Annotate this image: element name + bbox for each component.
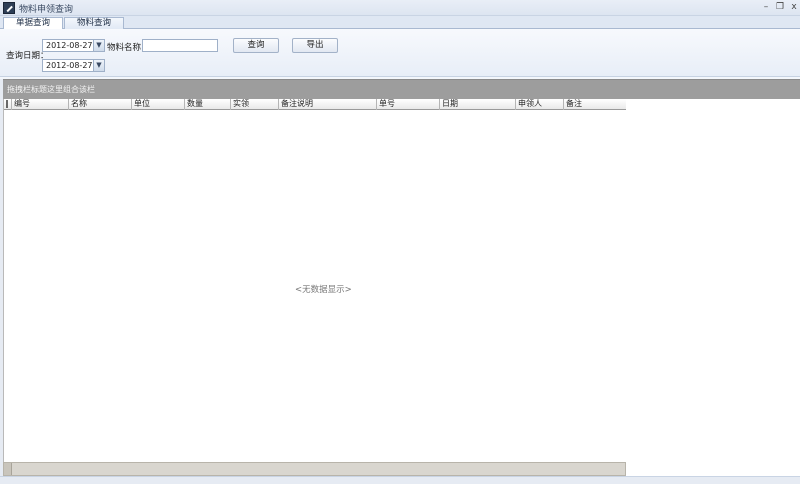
chevron-down-icon[interactable]: ▼: [93, 40, 104, 51]
tab-strip: 单据查询 物料查询: [0, 16, 800, 30]
grid-empty-area: [626, 99, 800, 476]
date-from-picker[interactable]: 2012-08-27 ▼: [42, 39, 105, 52]
row-indicator-header[interactable]: ‖: [4, 99, 12, 110]
column-header-remark[interactable]: 备注: [564, 99, 627, 110]
bottom-bar: [0, 476, 800, 484]
filter-panel: 查询日期： 2012-08-27 ▼ 2012-08-27 ▼ 物料名称： 查询…: [0, 29, 800, 77]
column-header-applicant[interactable]: 申领人: [516, 99, 564, 110]
group-by-panel[interactable]: 拖拽栏标题这里组合该栏: [3, 79, 800, 99]
column-header-doc-no[interactable]: 单号: [377, 99, 440, 110]
scrollbar-thumb[interactable]: [4, 463, 12, 475]
column-header-date[interactable]: 日期: [440, 99, 516, 110]
title-bar: 物料申领查询 – ❐ x: [0, 0, 800, 16]
app-icon: [3, 2, 15, 14]
chevron-down-icon[interactable]: ▼: [93, 60, 104, 71]
window-title: 物料申领查询: [19, 5, 74, 15]
date-to-picker[interactable]: 2012-08-27 ▼: [42, 59, 105, 72]
tab-material-query[interactable]: 物料查询: [64, 17, 124, 29]
date-to-value: 2012-08-27: [46, 61, 93, 70]
column-header-name[interactable]: 名称: [69, 99, 132, 110]
grid-header: ‖ 编号 名称 单位 数量 实领 备注说明 单号 日期 申领人 备注: [4, 99, 627, 110]
export-button[interactable]: 导出: [292, 38, 338, 53]
no-data-message: <无数据显示>: [295, 285, 352, 295]
close-button[interactable]: x: [788, 1, 800, 13]
material-name-input[interactable]: [142, 39, 218, 52]
date-from-value: 2012-08-27: [46, 41, 93, 50]
column-header-id[interactable]: 编号: [12, 99, 69, 110]
horizontal-scrollbar[interactable]: [3, 462, 626, 476]
minimize-button[interactable]: –: [760, 1, 772, 13]
column-header-received[interactable]: 实领: [231, 99, 279, 110]
column-header-quantity[interactable]: 数量: [185, 99, 231, 110]
query-button[interactable]: 查询: [233, 38, 279, 53]
column-header-remark-desc[interactable]: 备注说明: [279, 99, 377, 110]
column-header-unit[interactable]: 单位: [132, 99, 185, 110]
group-by-hint: 拖拽栏标题这里组合该栏: [7, 85, 95, 94]
restore-button[interactable]: ❐: [774, 1, 786, 13]
